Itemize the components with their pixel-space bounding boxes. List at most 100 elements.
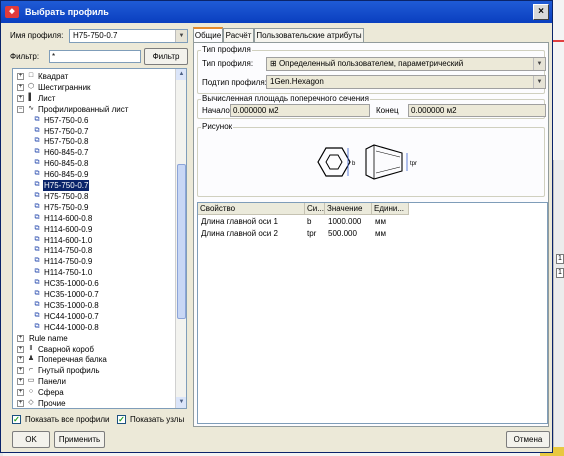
tree-item[interactable]: ⧉ H114-750-0.8	[13, 245, 173, 256]
expand-icon[interactable]: +	[17, 367, 24, 375]
tree-item[interactable]: ⧉ H60-845-0.7	[13, 147, 173, 158]
expand-icon[interactable]: +	[17, 356, 24, 364]
collapse-icon[interactable]: −	[17, 105, 24, 113]
profile-subtype-value: 1Gen.Hexagon	[270, 77, 324, 86]
scroll-up-arrow-icon[interactable]: ▲	[176, 69, 186, 80]
tree-item[interactable]: ⧉ H57-750-0.7	[13, 126, 173, 137]
hexagon-inner-shape	[325, 154, 343, 170]
tree-item[interactable]: ⧉ H114-750-0.9	[13, 256, 173, 267]
profile-tree[interactable]: + □ Квадрат + ⬡ Шестигранник + ▌ Лист − ∿ Профилиро…	[12, 68, 187, 409]
tree-category[interactable]: + ▭ Панели	[13, 376, 173, 387]
tab-calculation[interactable]: Расчёт	[223, 28, 254, 42]
tree-label: H114-750-0.9	[44, 257, 93, 267]
tree-item[interactable]: ⧉ H114-600-0.8	[13, 213, 173, 224]
grid-header-symbol[interactable]: Си...	[305, 203, 325, 215]
tree-item[interactable]: ⧉ HC35-1000-0.6	[13, 278, 173, 289]
profile-item-icon: ⧉	[34, 202, 40, 210]
tree-item[interactable]: ⧉ H57-750-0.8	[13, 136, 173, 147]
profile-subtype-combo[interactable]: 1Gen.Hexagon ▼	[266, 75, 546, 89]
grid-header-unit[interactable]: Едини...	[372, 203, 409, 215]
scroll-thumb[interactable]	[177, 164, 186, 319]
area-start-label: Начало	[202, 106, 230, 115]
tree-scrollbar[interactable]: ▲ ▼	[175, 69, 186, 408]
tree-category[interactable]: + ▌ Лист	[13, 93, 173, 104]
tree-category[interactable]: + Ⅱ Сварной короб	[13, 344, 173, 355]
expand-icon[interactable]: +	[17, 389, 24, 397]
tree-item[interactable]: ⧉ H60-845-0.9	[13, 169, 173, 180]
tree-category[interactable]: + ◇ Прочие	[13, 398, 173, 408]
grid-header-value[interactable]: Значение	[325, 203, 372, 215]
tree-item[interactable]: ⧉ H75-750-0.7	[13, 180, 173, 191]
expand-icon[interactable]: +	[17, 94, 24, 102]
ok-button[interactable]: OK	[12, 431, 50, 448]
tree-label: Шестигранник	[38, 82, 91, 92]
tab-user-attributes[interactable]: Пользовательские атрибуты	[254, 28, 364, 42]
tree-item[interactable]: ⧉ H60-845-0.8	[13, 158, 173, 169]
profile-item-icon: ⧉	[34, 191, 40, 199]
tab-general[interactable]: Общие	[193, 27, 223, 42]
tree-item[interactable]: ⧉ H114-600-0.9	[13, 224, 173, 235]
cancel-button[interactable]: Отмена	[506, 431, 550, 448]
tree-label: H75-750-0.8	[44, 191, 89, 201]
grid-header-property[interactable]: Свойство	[198, 203, 305, 215]
profile-type-combo[interactable]: ⊞ Определенный пользователем, параметрич…	[266, 57, 546, 71]
profile-item-icon: ⧉	[34, 268, 40, 276]
chevron-down-icon[interactable]: ▼	[533, 58, 545, 70]
filter-input[interactable]: *	[49, 50, 141, 63]
property-grid[interactable]: Свойство Си... Значение Едини... Длина г…	[197, 202, 548, 424]
tree-label: Лист	[38, 93, 56, 103]
dimension-tpr-text: tpr	[410, 161, 417, 167]
tree-label: Сварной короб	[38, 344, 94, 354]
tree-item[interactable]: ⧉ H75-750-0.9	[13, 202, 173, 213]
chevron-down-icon[interactable]: ▼	[175, 30, 187, 42]
tree-item[interactable]: ⧉ HC35-1000-0.7	[13, 289, 173, 300]
tree-category[interactable]: − ∿ Профилированный лист	[13, 104, 173, 115]
show-all-profiles-checkbox[interactable]: ✓	[12, 415, 21, 424]
profile-item-icon: ⧉	[34, 257, 40, 265]
tree-item[interactable]: ⧉ H114-750-1.0	[13, 267, 173, 278]
profile-item-icon: ⧉	[34, 290, 40, 297]
profile-item-icon: ⧉	[34, 170, 40, 178]
tree-item[interactable]: ⧉ H75-750-0.8	[13, 191, 173, 202]
tree-category[interactable]: + ♟ Поперечная балка	[13, 354, 173, 365]
tree-label: H60-845-0.9	[44, 170, 89, 180]
corrugated-sheet-icon: ∿	[28, 104, 34, 112]
tree-category[interactable]: + ⬡ Шестигранник	[13, 82, 173, 93]
expand-icon[interactable]: +	[17, 334, 24, 342]
profile-name-combo[interactable]: H75-750-0.7 ▼	[69, 29, 188, 43]
filter-button[interactable]: Фильтр	[144, 48, 188, 65]
expand-icon[interactable]: +	[17, 83, 24, 91]
title-bar[interactable]: ◆ Выбрать профиль ×	[1, 1, 552, 23]
tree-category[interactable]: + ⌐ Гнутый профиль	[13, 365, 173, 376]
tree-label: H114-750-0.8	[44, 246, 93, 256]
grid-row-1-value[interactable]: 1000.000	[328, 216, 361, 227]
tree-label: Профилированный лист	[38, 104, 129, 114]
expand-icon[interactable]: +	[17, 345, 24, 353]
profile-item-icon: ⧉	[34, 137, 40, 145]
apply-button[interactable]: Применить	[54, 431, 105, 448]
expand-icon[interactable]: +	[17, 73, 24, 80]
scroll-down-arrow-icon[interactable]: ▼	[176, 397, 186, 408]
grid-row-2-value[interactable]: 500.000	[328, 228, 357, 239]
tree-label: H114-600-1.0	[44, 235, 93, 245]
expand-icon[interactable]: +	[17, 378, 24, 386]
tree-item[interactable]: ⧉ HC35-1000-0.8	[13, 300, 173, 311]
tree-item[interactable]: ⧉ H57-750-0.6	[13, 115, 173, 126]
tree-item[interactable]: ⧉ HC44-1000-0.7	[13, 311, 173, 322]
tree-item[interactable]: ⧉ HC44-1000-0.8	[13, 322, 173, 333]
tree-label: H114-750-1.0	[44, 268, 93, 278]
tree-category[interactable]: + Rule name	[13, 333, 173, 344]
tree-label: HC35-1000-0.6	[44, 279, 99, 289]
close-button[interactable]: ×	[533, 4, 549, 20]
show-all-profiles-label: Показать все профили	[25, 415, 110, 424]
tree-category[interactable]: + □ Квадрат	[13, 71, 173, 82]
expand-icon[interactable]: +	[17, 400, 24, 407]
chevron-down-icon[interactable]: ▼	[533, 76, 545, 88]
show-nodes-checkbox[interactable]: ✓	[117, 415, 126, 424]
tree-item[interactable]: ⧉ H114-600-1.0	[13, 235, 173, 246]
picture-group-title: Рисунок	[201, 122, 234, 132]
tree-label: H75-750-0.7	[43, 180, 90, 191]
profile-sketch: b tpr	[317, 144, 417, 180]
tree-category[interactable]: + ○ Сфера	[13, 387, 173, 398]
tree-label: HC44-1000-0.7	[44, 311, 99, 321]
